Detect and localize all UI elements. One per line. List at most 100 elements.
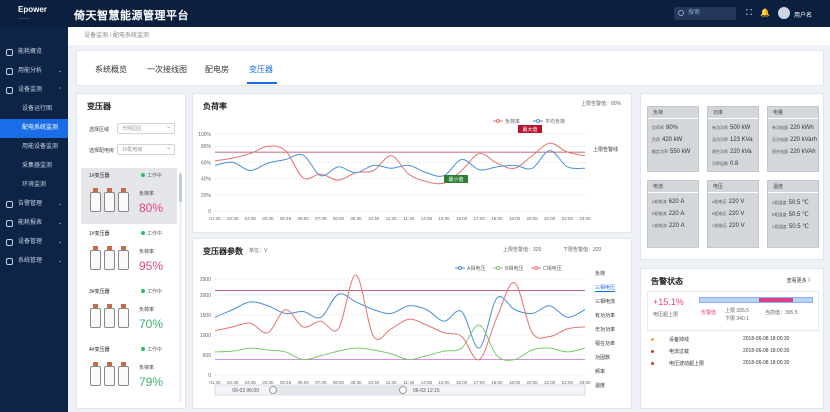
transformer-card[interactable]: 1#变压器 工作中 负荷率 80% xyxy=(81,168,177,224)
sidebar-item-6[interactable]: 采集器监测 xyxy=(0,157,68,176)
top-bar: Epower ——— 倚天智慧能源管理平台 搜索 ⛶ 🔔 用户名 xyxy=(0,0,830,27)
x-tick-label: 08:00 xyxy=(333,216,345,221)
breadcrumb: 设备监测 / 配电系统监测 xyxy=(68,27,830,45)
slider-left-handle[interactable] xyxy=(269,386,277,394)
transformer-icon xyxy=(90,244,130,270)
sidebar-item-3[interactable]: 设备运行图 xyxy=(0,100,68,119)
x-tick-label: 14:08 xyxy=(421,380,433,385)
metric-value: 500 kW xyxy=(730,125,751,131)
legend-label-1: B相电压 xyxy=(505,265,523,272)
metric-label: C相电流 xyxy=(652,223,667,228)
transformer-card[interactable]: 4#变压器 工作中 负荷率 79% xyxy=(81,342,177,398)
param-option[interactable]: 频率 xyxy=(595,368,605,375)
x-tick-label: 21:00 xyxy=(544,216,556,221)
metric-label: 有功功率 xyxy=(712,125,728,130)
panel-title: 告警状态 xyxy=(651,277,683,286)
tab-system-overview[interactable]: 系统概览 xyxy=(95,64,127,75)
param-option[interactable]: 功因数 xyxy=(595,354,610,361)
param-option[interactable]: 有功功率 xyxy=(595,312,615,319)
avatar[interactable] xyxy=(778,7,790,19)
x-tick-label: 18:00 xyxy=(491,216,503,221)
area-label: 选择区域 xyxy=(89,127,110,133)
param-option[interactable]: 视在功率 xyxy=(595,340,615,347)
fullscreen-icon[interactable]: ⛶ xyxy=(744,8,754,18)
x-tick-label: 23:00 xyxy=(579,216,591,221)
alarm-name: 电流过载 xyxy=(669,349,690,355)
x-tick-label: 16:00 xyxy=(456,380,468,385)
room-select[interactable]: 1#配电房 xyxy=(117,143,175,155)
metric-label: 负荷率 xyxy=(652,125,664,130)
sidebar-item-0[interactable]: 能耗概览 xyxy=(0,43,68,62)
user-name[interactable]: 用户名 xyxy=(794,10,812,19)
y-tick-label: 80% xyxy=(201,144,212,150)
sidebar-item-4[interactable]: 配电系统监测 xyxy=(0,119,68,138)
slider-right-handle[interactable] xyxy=(399,386,407,394)
x-tick-label: 07:09 xyxy=(315,380,327,385)
sidebar-item-label: 设备管理 xyxy=(18,239,43,245)
sidebar-item-11[interactable]: 系统管理 ⌄ xyxy=(0,252,68,271)
sidebar-item-1[interactable]: 用能分析 ⌄ xyxy=(0,62,68,81)
param-option[interactable]: 无功功率 xyxy=(595,326,615,333)
x-tick-label: 04:30 xyxy=(262,216,274,221)
area-select[interactable]: 光明园区 xyxy=(117,122,175,134)
slider-selection[interactable] xyxy=(273,385,403,395)
transformer-name: 1#变压器 xyxy=(89,231,110,237)
sidebar-item-7[interactable]: 环境监测 xyxy=(0,176,68,195)
param-option[interactable]: 温度 xyxy=(595,382,605,389)
alarm-row[interactable]: 电压波动超上限 2018-06-08 18:00:30 xyxy=(651,359,821,370)
param-option[interactable]: 三相电流 xyxy=(595,298,615,305)
chevron-icon: ⌄ xyxy=(58,68,63,74)
sidebar-item-10[interactable]: 设备管理 ⌄ xyxy=(0,233,68,252)
legend-label-0: A相电压 xyxy=(467,265,485,272)
sidebar-item-label: 设备运行图 xyxy=(22,106,53,112)
params-chart: 2500 2000 1500 1000 500 001:30 02:30 03:45 04:30… xyxy=(200,265,591,396)
metric-card: 电流 A相电流 620 A B相电流 220 A C相电流 220 A xyxy=(647,180,699,248)
menu-icon xyxy=(6,220,13,227)
metric-row: C相温度 50.5 ℃ xyxy=(772,223,809,230)
x-tick-label: 04:30 xyxy=(262,380,274,385)
sidebar-item-8[interactable]: 告警管理 ⌄ xyxy=(0,195,68,214)
app-title: 倚天智慧能源管理平台 xyxy=(74,10,189,22)
legend-label-0: 负荷率 xyxy=(505,118,520,125)
alarm-time: 2018-06-08 18:00:30 xyxy=(743,360,790,366)
metric-label: 视在功率 xyxy=(712,149,728,154)
metric-label: A相电流 xyxy=(652,199,667,204)
x-tick-label: 08:30 xyxy=(350,380,362,385)
tab-distribution-room[interactable]: 配电房 xyxy=(205,64,229,75)
alarm-row[interactable]: 设备掉线 2018-06-08 18:00:30 xyxy=(651,335,821,346)
sidebar-item-5[interactable]: 用能设备监测 xyxy=(0,138,68,157)
metric-card: 电量 有功电量 220 kWh 无功电量 220 kVarh 视在电量 220 kVAh xyxy=(767,106,819,172)
chevron-icon: ⌄ xyxy=(58,258,63,264)
upper-limit-line-label: 上限告警线 xyxy=(593,146,618,153)
sidebar-item-label: 环境监测 xyxy=(22,182,47,188)
sidebar-item-9[interactable]: 能耗报表 ⌄ xyxy=(0,214,68,233)
metric-row: 视在电量 220 kVAh xyxy=(772,149,816,155)
metric-label: 功率因数 xyxy=(712,161,728,166)
metric-label: 有功电量 xyxy=(772,125,788,130)
metric-value: 0.8 xyxy=(730,161,739,167)
transformer-card[interactable]: 1#变压器 工作中 负荷率 95% xyxy=(81,226,177,282)
scrollbar[interactable] xyxy=(179,172,182,402)
menu-icon xyxy=(6,68,13,75)
metric-value: 220 A xyxy=(668,211,685,217)
sidebar-item-label: 能耗报表 xyxy=(18,220,43,226)
param-option[interactable]: 三相电压 xyxy=(595,284,616,292)
alarm-row[interactable]: 电流过载 2018-06-08 18:00:30 xyxy=(651,347,821,358)
transformer-card[interactable]: 3#变压器 工作中 负荷率 70% xyxy=(81,284,177,340)
metric-label: B相电流 xyxy=(652,211,667,216)
tab-wiring-diagram[interactable]: 一次接线图 xyxy=(147,64,187,75)
x-tick-label: 03:45 xyxy=(245,216,257,221)
panel-title: 变压器 xyxy=(87,102,111,111)
load-label: 负荷率 xyxy=(139,191,155,197)
sidebar-item-2[interactable]: 设备监测 ⌃ xyxy=(0,81,68,100)
scrollbar-thumb[interactable] xyxy=(179,174,182,202)
alarm-percent: +15.1% xyxy=(653,297,684,307)
param-option[interactable]: 负荷 xyxy=(595,270,605,277)
logo: Epower xyxy=(18,5,47,14)
search-input[interactable]: 搜索 xyxy=(674,7,736,20)
view-more-link[interactable]: 查看更多 〉 xyxy=(787,277,813,284)
metric-value: 50.5 ℃ xyxy=(788,212,809,218)
tab-transformer[interactable]: 变压器 xyxy=(249,64,273,75)
bell-icon[interactable]: 🔔 xyxy=(760,8,770,18)
series-line-0 xyxy=(214,293,586,349)
